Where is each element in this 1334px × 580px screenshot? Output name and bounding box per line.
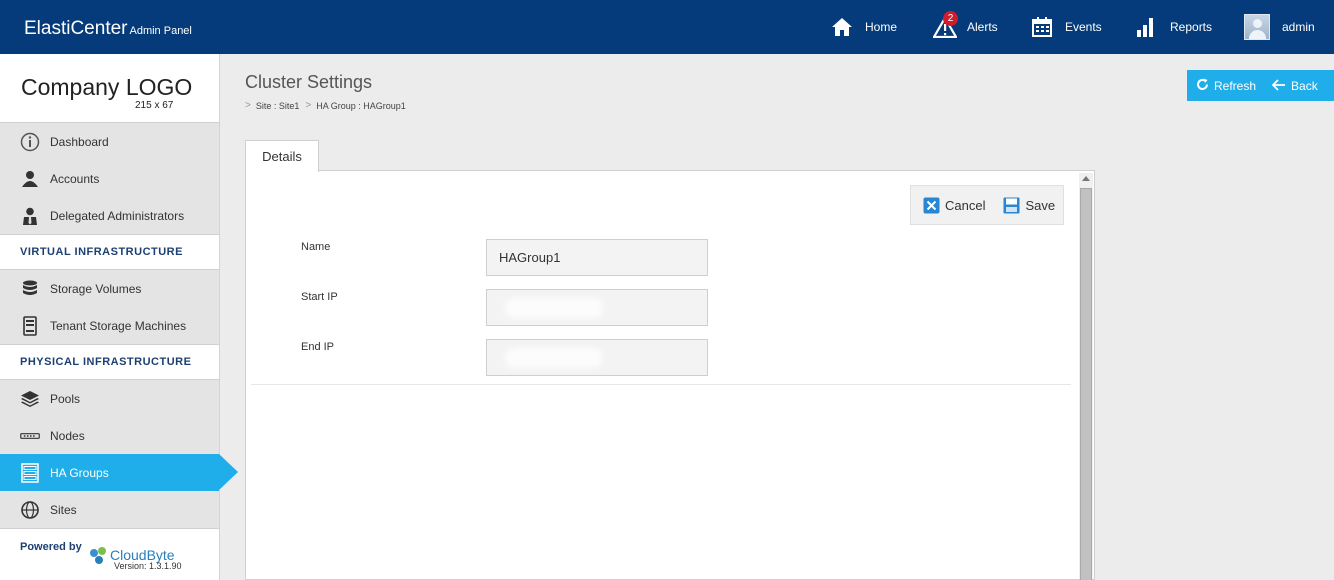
close-icon: [923, 197, 940, 214]
back-button[interactable]: Back: [1271, 78, 1318, 94]
save-button[interactable]: Save: [1003, 197, 1055, 214]
end-ip-field[interactable]: [486, 339, 708, 376]
sidebar-heading-virtual: VIRTUAL INFRASTRUCTURE: [0, 234, 219, 270]
rack-icon: [20, 462, 40, 483]
user-icon: [20, 169, 40, 189]
logo-title: Company LOGO: [21, 74, 193, 100]
nav-home[interactable]: Home: [831, 12, 897, 42]
name-label: Name: [301, 241, 331, 253]
home-icon: [831, 16, 853, 38]
sidebar-item-label: Delegated Administrators: [50, 208, 185, 223]
alerts-badge: 2: [943, 11, 958, 26]
arrow-left-icon: [1271, 78, 1286, 94]
powered-by: Powered by CloudByte Version: 1.3.1.90: [0, 528, 219, 580]
vertical-scrollbar[interactable]: [1079, 173, 1093, 580]
page-title: Cluster Settings: [245, 72, 373, 92]
sidebar-item-nodes[interactable]: Nodes: [0, 417, 219, 454]
server-icon: [20, 315, 40, 336]
breadcrumb: > Site : Site1 > HA Group : HAGroup1: [245, 100, 412, 111]
nav-home-label: Home: [865, 20, 898, 34]
chevron-right-icon: >: [305, 100, 312, 111]
sidebar-item-label: Pools: [50, 391, 81, 406]
redacted-value: [509, 351, 599, 364]
powered-by-label: Powered by: [20, 541, 82, 553]
sidebar-item-delegated-admins[interactable]: Delegated Administrators: [0, 197, 219, 234]
form-actions: Cancel Save: [910, 185, 1064, 225]
warning-icon: 2: [932, 11, 958, 39]
nav-alerts-label: Alerts: [967, 20, 998, 34]
sidebar-item-storage-volumes[interactable]: Storage Volumes: [0, 270, 219, 307]
save-label: Save: [1025, 197, 1056, 213]
refresh-button[interactable]: Refresh: [1196, 78, 1256, 94]
avatar: [1244, 14, 1270, 40]
nav-events[interactable]: Events: [1031, 12, 1102, 42]
cancel-label: Cancel: [945, 197, 986, 213]
version-label: Version: 1.3.1.90: [114, 561, 182, 571]
name-field-value: HAGroup1: [499, 250, 561, 265]
page-actions: Refresh Back: [1187, 70, 1334, 101]
breadcrumb-site[interactable]: Site : Site1: [256, 101, 300, 111]
nav-user-menu[interactable]: admin: [1244, 12, 1315, 42]
scroll-up-icon[interactable]: [1082, 176, 1090, 181]
end-ip-label: End IP: [301, 341, 335, 353]
sidebar-item-pools[interactable]: Pools: [0, 380, 219, 417]
breadcrumb-ha-group[interactable]: HA Group : HAGroup1: [316, 101, 406, 111]
sidebar-heading-physical: PHYSICAL INFRASTRUCTURE: [0, 344, 219, 380]
sidebar-item-label: Tenant Storage Machines: [50, 318, 187, 333]
form-divider: [251, 384, 1071, 385]
sidebar-item-label: Accounts: [50, 171, 100, 186]
admin-user-icon: [20, 206, 40, 226]
top-bar: ElastiCenter Admin Panel Home 2 Alerts Ev…: [0, 0, 1334, 54]
node-icon: [20, 426, 40, 446]
sidebar-item-dashboard[interactable]: Dashboard: [0, 123, 219, 160]
app-brand[interactable]: ElastiCenter Admin Panel: [24, 18, 192, 40]
app-subtitle: Admin Panel: [129, 25, 192, 37]
cancel-button[interactable]: Cancel: [923, 197, 985, 214]
nav-user-label: admin: [1282, 20, 1315, 34]
sidebar-item-label: Nodes: [50, 428, 85, 443]
calendar-icon: [1031, 16, 1053, 38]
globe-icon: [20, 500, 40, 520]
name-field[interactable]: HAGroup1: [486, 239, 708, 276]
start-ip-field[interactable]: [486, 289, 708, 326]
nav-alerts[interactable]: 2 Alerts: [932, 11, 998, 42]
nav-reports-label: Reports: [1170, 20, 1213, 34]
sidebar: Company LOGO 215 x 67 Dashboard Accounts…: [0, 54, 238, 580]
app-name: ElastiCenter: [24, 18, 128, 39]
sidebar-item-sites[interactable]: Sites: [0, 491, 219, 528]
info-icon: [20, 132, 40, 152]
redacted-value: [509, 301, 599, 314]
nav-reports[interactable]: Reports: [1136, 12, 1212, 42]
refresh-icon: [1196, 78, 1209, 94]
sidebar-item-label: Dashboard: [50, 134, 109, 149]
refresh-label: Refresh: [1214, 78, 1257, 93]
layers-icon: [20, 389, 40, 409]
cloudbyte-logo-icon: [88, 545, 110, 572]
bar-chart-icon: [1136, 16, 1158, 38]
sidebar-item-label: Sites: [50, 502, 77, 517]
database-icon: [20, 279, 40, 299]
back-label: Back: [1291, 78, 1318, 93]
start-ip-label: Start IP: [301, 291, 338, 303]
sidebar-item-label: Storage Volumes: [50, 281, 142, 296]
sidebar-item-ha-groups[interactable]: HA Groups: [0, 454, 238, 491]
chevron-right-icon: >: [245, 100, 251, 111]
sidebar-item-accounts[interactable]: Accounts: [0, 160, 219, 197]
tab-details[interactable]: Details: [245, 140, 319, 172]
sidebar-item-tenant-storage-machines[interactable]: Tenant Storage Machines: [0, 307, 219, 344]
details-panel: Cancel Save Name HAGroup1 Start IP End I…: [245, 170, 1095, 580]
scrollbar-thumb[interactable]: [1080, 188, 1092, 580]
logo-dimensions: 215 x 67: [135, 100, 174, 111]
save-icon: [1003, 197, 1020, 214]
company-logo: Company LOGO 215 x 67: [0, 54, 219, 123]
sidebar-item-label: HA Groups: [50, 465, 109, 480]
nav-events-label: Events: [1065, 20, 1102, 34]
